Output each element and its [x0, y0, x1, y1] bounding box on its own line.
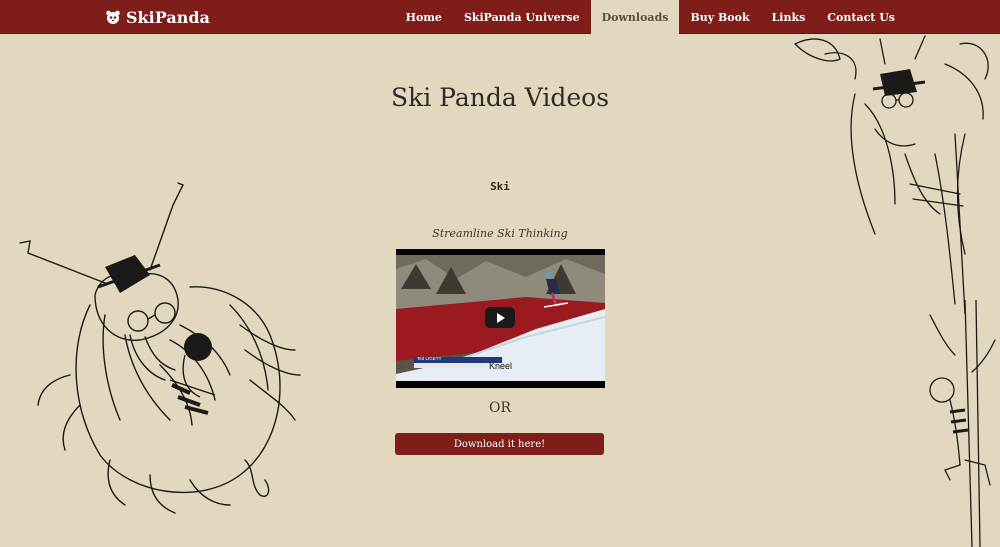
nav-item-home[interactable]: Home	[395, 0, 453, 34]
download-button[interactable]: Download it here!	[395, 433, 604, 455]
page-title: Ski Panda Videos	[390, 83, 610, 112]
brand-link[interactable]: SkiPanda	[104, 0, 210, 34]
brand-name: SkiPanda	[126, 7, 210, 27]
nav-item-downloads[interactable]: Downloads	[590, 0, 680, 34]
owl-tree-illustration	[794, 35, 989, 314]
nav-item-buy-book[interactable]: Buy Book	[679, 0, 760, 34]
climbing-kid-illustration	[929, 300, 996, 547]
section-label: Ski	[490, 180, 510, 193]
top-navbar: SkiPanda Home SkiPanda Universe Download…	[0, 0, 1000, 34]
main-nav: Home SkiPanda Universe Downloads Buy Boo…	[395, 0, 906, 34]
video-overlay-word: Kneel	[489, 361, 513, 371]
nav-item-contact-us[interactable]: Contact Us	[816, 0, 906, 34]
video-caption: Streamline Ski Thinking	[432, 227, 568, 240]
video-name-bar: Ted LIGETY	[417, 356, 442, 361]
panda-logo-icon	[106, 10, 120, 24]
nav-item-links[interactable]: Links	[761, 0, 817, 34]
nav-item-skipanda-universe[interactable]: SkiPanda Universe	[453, 0, 591, 34]
or-text: OR	[488, 400, 512, 416]
play-icon[interactable]	[485, 307, 515, 328]
video-player[interactable]: Ted LIGETY Kneel	[396, 249, 605, 388]
